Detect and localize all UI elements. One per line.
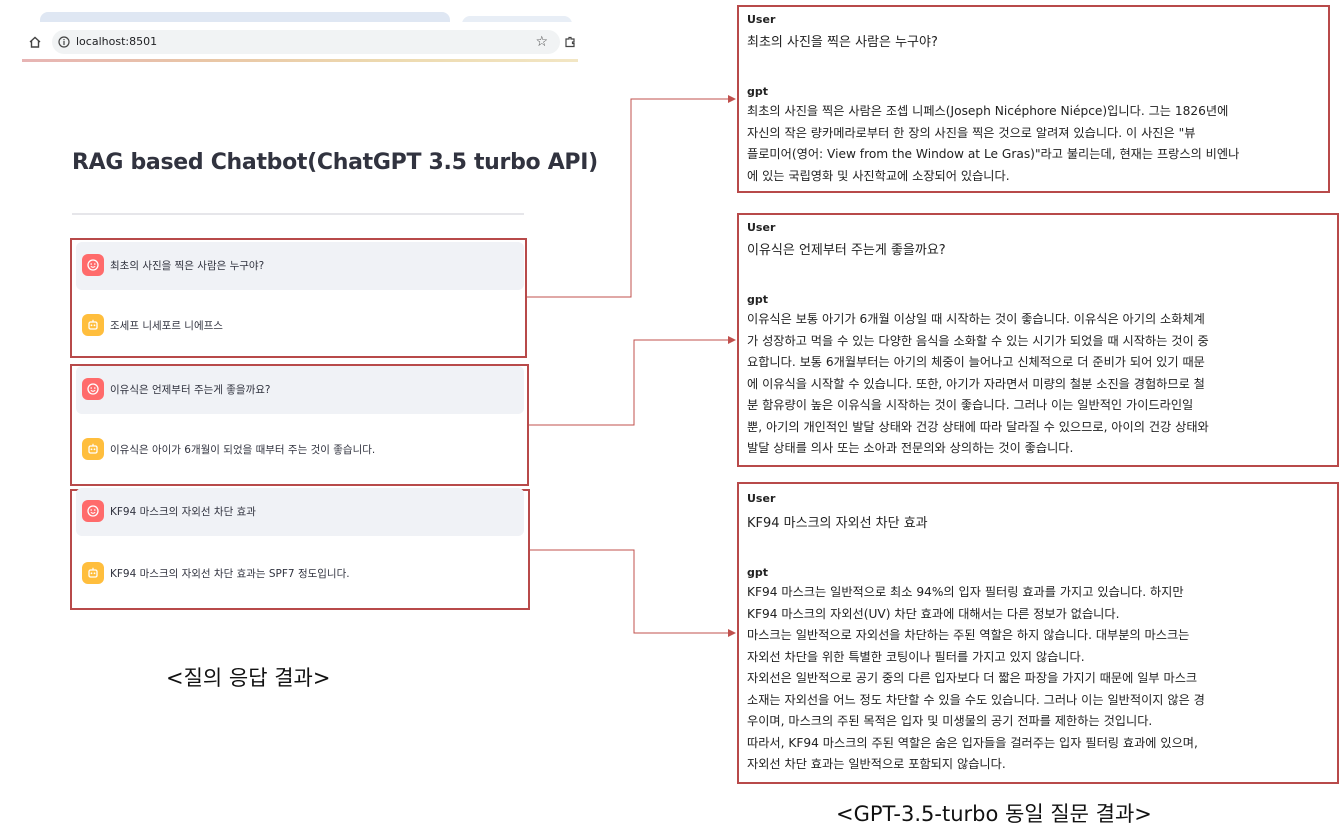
answer-line: 마스크는 일반적으로 자외선을 차단하는 주된 역할은 하지 않습니다. 대부분… (747, 628, 1190, 642)
answer-line: 요합니다. 보통 6개월부터는 아기의 체중이 늘어나고 신체적으로 더 준비가… (747, 355, 1205, 369)
answer-line: KF94 마스크는 일반적으로 최소 94%의 입자 필터링 효과를 가지고 있… (747, 585, 1184, 599)
caption-right: <GPT-3.5-turbo 동일 질문 결과> (836, 802, 1152, 826)
answer-line: 최초의 사진을 찍은 사람은 조셉 니페스(Joseph Nicéphore N… (747, 104, 1229, 118)
answer-line: 자외선은 일반적으로 공기 중의 다른 입자보다 더 짧은 파장을 가지기 때문… (747, 671, 1198, 685)
gpt-answer: KF94 마스크는 일반적으로 최소 94%의 입자 필터링 효과를 가지고 있… (747, 582, 1333, 776)
gpt-answer-panel: User KF94 마스크의 자외선 차단 효과 gpt KF94 마스크는 일… (737, 482, 1339, 784)
connector-arrow-3 (530, 549, 736, 637)
answer-line: 뿐, 아기의 개인적인 발달 상태와 건강 상태에 따라 달라질 수 있으므로,… (747, 419, 1209, 434)
gpt-answer: 이유식은 보통 아기가 6개월 이상일 때 시작하는 것이 좋습니다. 이유식은… (747, 309, 1333, 460)
gpt-label: gpt (747, 566, 769, 579)
answer-line: 자외선 차단 효과는 일반적으로 포함되지 않습니다. (747, 757, 1006, 771)
gpt-label: gpt (747, 293, 769, 306)
user-label: User (747, 221, 776, 234)
answer-line: KF94 마스크의 자외선(UV) 차단 효과에 대해서는 다른 정보가 없습니… (747, 606, 1120, 621)
user-question: 최초의 사진을 찍은 사람은 누구야? (747, 35, 938, 50)
gpt-answer-panel: User 최초의 사진을 찍은 사람은 누구야? gpt 최초의 사진을 찍은 … (737, 5, 1330, 193)
answer-line: 자외선 차단을 위한 특별한 코팅이나 필터를 가지고 있지 않습니다. (747, 649, 1085, 664)
gpt-answer: 최초의 사진을 찍은 사람은 조셉 니페스(Joseph Nicéphore N… (747, 101, 1324, 187)
gpt-answer-panel: User 이유식은 언제부터 주는게 좋을까요? gpt 이유식은 보통 아기가… (737, 213, 1339, 467)
user-question: 이유식은 언제부터 주는게 좋을까요? (747, 243, 946, 258)
answer-line: 따라서, KF94 마스크의 주된 역할은 숨은 입자들을 걸러주는 입자 필터… (747, 735, 1198, 750)
connector-arrow-2 (529, 336, 736, 426)
answer-line: 우이며, 마스크의 주된 목적은 입자 및 미생물의 공기 전파를 제한하는 것… (747, 714, 1153, 728)
answer-line: 발달 상태를 의사 또는 소아과 전문의와 상의하는 것이 좋습니다. (747, 441, 1074, 455)
user-question: KF94 마스크의 자외선 차단 효과 (747, 516, 928, 531)
answer-line: 이유식은 보통 아기가 6개월 이상일 때 시작하는 것이 좋습니다. 이유식은… (747, 312, 1205, 326)
answer-line: 에 있는 국립영화 및 사진학교에 소장되어 있습니다. (747, 168, 1010, 183)
answer-line: 자신의 작은 량카메라로부터 한 장의 사진을 찍은 것으로 알려져 있습니다.… (747, 125, 1196, 140)
answer-line: 소재는 자외선을 어느 정도 차단할 수 있을 수도 있습니다. 그러나 이는 … (747, 692, 1205, 707)
user-label: User (747, 492, 776, 505)
answer-line: 플로미어(영어: View from the Window at Le Gras… (747, 147, 1240, 161)
answer-line: 에 이유식을 시작할 수 있습니다. 또한, 아기가 자라면서 미량의 철분 소… (747, 376, 1205, 391)
user-label: User (747, 13, 776, 26)
gpt-label: gpt (747, 85, 769, 98)
connector-arrow-1 (527, 95, 736, 298)
answer-line: 분 함유량이 높은 이유식을 시작하는 것이 좋습니다. 그러나 이는 일반적인… (747, 398, 1194, 412)
answer-line: 가 성장하고 먹을 수 있는 다양한 음식을 소화할 수 있는 시기가 되었을 … (747, 333, 1209, 348)
